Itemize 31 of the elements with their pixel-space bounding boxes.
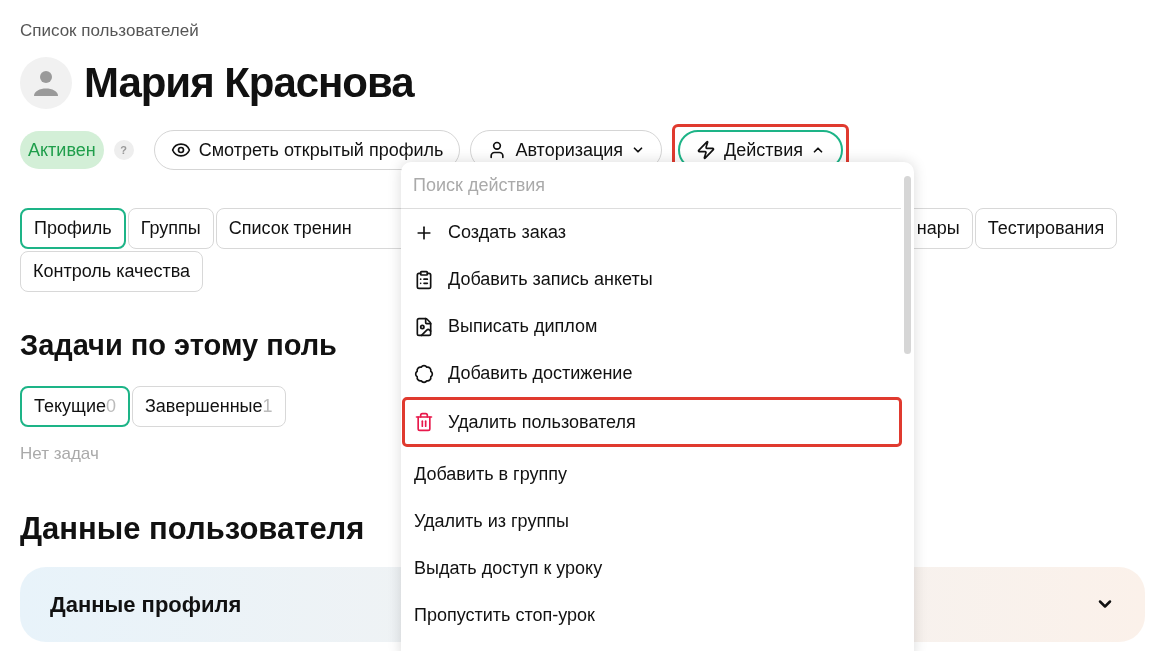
tab[interactable]: Контроль качества [20, 251, 204, 292]
trash-icon [414, 412, 434, 432]
status-badge: Активен [20, 131, 104, 169]
scrollbar[interactable] [904, 176, 911, 354]
task-tab[interactable]: Текущие0 [20, 385, 130, 427]
tab[interactable]: Тестирования [974, 208, 1118, 249]
search-field[interactable]: Поиск действия [401, 162, 901, 209]
breadcrumb[interactable]: Список пользователей [20, 19, 1139, 43]
tasks-heading: Задачи по этому поль [20, 328, 337, 363]
menu-item[interactable]: Выдать доступ к уроку [402, 545, 902, 592]
user-data-heading: Данные пользователя [20, 510, 365, 548]
menu-item[interactable]: Добавить запись анкеты [402, 256, 902, 303]
menu-item[interactable]: Добавить достижение [402, 350, 902, 397]
empty-message: Нет задач [20, 442, 100, 465]
clipboard-icon [414, 269, 434, 290]
person-icon [34, 69, 58, 96]
menu-item[interactable]: Выписать диплом [402, 303, 902, 350]
panel-title: Данные профиля [50, 590, 242, 619]
user-name: Мария Краснова [84, 58, 414, 108]
document-icon [414, 316, 434, 337]
tab[interactable]: Профиль [20, 208, 126, 249]
eye-icon [170, 140, 191, 160]
menu-item[interactable]: Удалить из группы [402, 498, 902, 545]
task-tab[interactable]: Завершенные1 [131, 385, 286, 427]
menu-item[interactable]: Удалить пользователя [402, 397, 902, 447]
lightning-icon [696, 140, 717, 160]
menu-item[interactable]: Пропустить стоп-урок [402, 592, 902, 639]
tab[interactable]: Группы [127, 208, 214, 249]
menu-item[interactable]: Добавить в группу [402, 451, 902, 498]
view-profile-button[interactable]: Смотреть открытый профиль [153, 130, 461, 170]
badge-icon [414, 363, 434, 384]
